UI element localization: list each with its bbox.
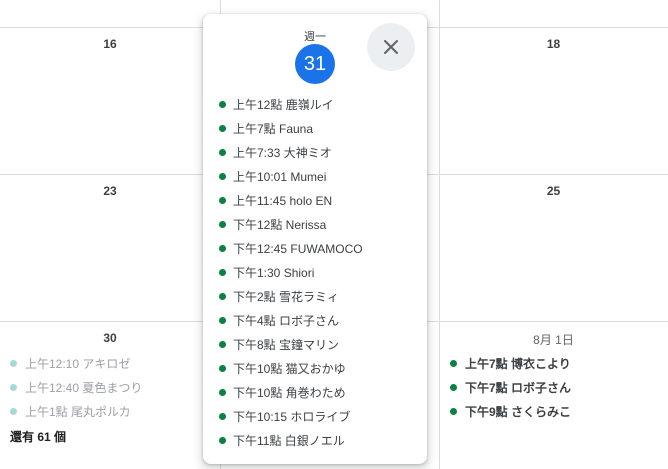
event-dot-icon: [219, 364, 226, 372]
event-dot-icon: [219, 412, 226, 420]
event-dot-icon: [450, 384, 457, 391]
popup-event-label: 下午1:30 Shiori: [233, 265, 315, 280]
popup-event[interactable]: 下午12點 Nerissa: [219, 212, 363, 236]
popup-event[interactable]: 下午10:15 ホロライブ: [219, 404, 363, 428]
event-title: 夏色まつり: [82, 381, 143, 395]
popup-event-label: 下午10:15 ホロライブ: [233, 409, 351, 424]
event-dot-icon: [219, 172, 226, 180]
popup-event[interactable]: 下午1:30 Shiori: [219, 260, 363, 284]
event-dot-icon: [219, 124, 226, 132]
event-dot-icon: [219, 388, 226, 396]
event-dot-icon: [10, 384, 17, 391]
event-dot-icon: [219, 436, 226, 444]
event-title: アキロゼ: [82, 357, 131, 371]
event-title: 博衣こより: [511, 357, 571, 371]
popup-event-label: 下午10點 角巻わため: [233, 385, 346, 400]
popup-event[interactable]: 上午7:33 大神ミオ: [219, 140, 363, 164]
event-dot-icon: [450, 408, 457, 415]
grid-line: [439, 0, 440, 469]
popup-event[interactable]: 下午10點 角巻わため: [219, 380, 363, 404]
popup-event[interactable]: 上午12點 鹿嶺ルイ: [219, 92, 363, 116]
popup-event-label: 下午8點 宝鐘マリン: [233, 337, 340, 352]
event-time: 下午7點: [465, 381, 508, 395]
event-dot-icon: [450, 360, 457, 367]
popup-event[interactable]: 下午10點 猫又おかゆ: [219, 356, 363, 380]
popup-event-label: 上午7:33 大神ミオ: [233, 145, 332, 160]
event-dot-icon: [219, 196, 226, 204]
popup-event[interactable]: 上午7點 Fauna: [219, 116, 363, 140]
popup-event[interactable]: 上午11:45 holo EN: [219, 188, 363, 212]
calendar-event[interactable]: 上午12:40 夏色まつり: [10, 379, 142, 396]
day-events-popup: 週一 31 上午12點 鹿嶺ルイ 上午7點 Fauna 上午7:33 大神ミオ …: [203, 14, 427, 464]
event-time: 上午1點: [25, 405, 68, 419]
calendar-event[interactable]: 上午12:10 アキロゼ: [10, 355, 130, 372]
popup-event-label: 下午12點 Nerissa: [233, 217, 327, 232]
event-dot-icon: [10, 360, 17, 367]
day-number-25[interactable]: 25: [439, 184, 668, 198]
event-dot-icon: [219, 220, 226, 228]
popup-event-label: 上午10:01 Mumei: [233, 169, 327, 184]
day-number-aug-1[interactable]: 8月 1日: [439, 331, 668, 348]
event-dot-icon: [219, 148, 226, 156]
day-number-23[interactable]: 23: [0, 184, 220, 198]
popup-event[interactable]: 上午10:01 Mumei: [219, 164, 363, 188]
event-dot-icon: [10, 408, 17, 415]
popup-event-label: 下午12:45 FUWAMOCO: [233, 241, 363, 256]
popup-event[interactable]: 下午2點 雪花ラミィ: [219, 284, 363, 308]
close-button[interactable]: [367, 23, 415, 71]
popup-event[interactable]: 下午8點 宝鐘マリン: [219, 332, 363, 356]
day-number-16[interactable]: 16: [0, 37, 220, 51]
calendar-event[interactable]: 下午7點 ロボ子さん: [450, 379, 571, 396]
popup-event-label: 下午2點 雪花ラミィ: [233, 289, 340, 304]
popup-event-label: 上午7點 Fauna: [233, 121, 314, 136]
day-number-30[interactable]: 30: [0, 331, 220, 345]
popup-event-label: 上午11:45 holo EN: [233, 193, 333, 208]
event-title: ロボ子さん: [511, 381, 572, 395]
popup-event-label: 下午11點 白銀ノエル: [233, 433, 345, 448]
event-time: 上午7點: [465, 357, 508, 371]
event-time: 上午12:40: [25, 381, 80, 395]
more-events-link[interactable]: 還有 61 個: [10, 428, 66, 445]
event-dot-icon: [219, 268, 226, 276]
day-number-18[interactable]: 18: [439, 37, 668, 51]
calendar-event[interactable]: 上午1點 尾丸ポルカ: [10, 403, 131, 420]
event-time: 下午9點: [465, 405, 508, 419]
popup-event-list: 上午12點 鹿嶺ルイ 上午7點 Fauna 上午7:33 大神ミオ 上午10:0…: [219, 92, 363, 452]
event-dot-icon: [219, 100, 226, 108]
event-dot-icon: [219, 244, 226, 252]
close-icon: [384, 40, 398, 54]
event-title: 尾丸ポルカ: [71, 405, 131, 419]
popup-event[interactable]: 下午4點 ロボ子さん: [219, 308, 363, 332]
calendar-event[interactable]: 下午9點 さくらみこ: [450, 403, 571, 420]
event-dot-icon: [219, 316, 226, 324]
event-dot-icon: [219, 340, 226, 348]
popup-event-label: 下午10點 猫又おかゆ: [233, 361, 346, 376]
popup-event-label: 上午12點 鹿嶺ルイ: [233, 97, 334, 112]
popup-event[interactable]: 下午11點 白銀ノエル: [219, 428, 363, 452]
event-dot-icon: [219, 292, 226, 300]
popup-event[interactable]: 下午12:45 FUWAMOCO: [219, 236, 363, 260]
event-title: さくらみこ: [511, 405, 572, 419]
popup-date-badge[interactable]: 31: [295, 44, 335, 84]
event-time: 上午12:10: [25, 357, 80, 371]
popup-event-label: 下午4點 ロボ子さん: [233, 313, 340, 328]
calendar-event[interactable]: 上午7點 博衣こより: [450, 355, 571, 372]
